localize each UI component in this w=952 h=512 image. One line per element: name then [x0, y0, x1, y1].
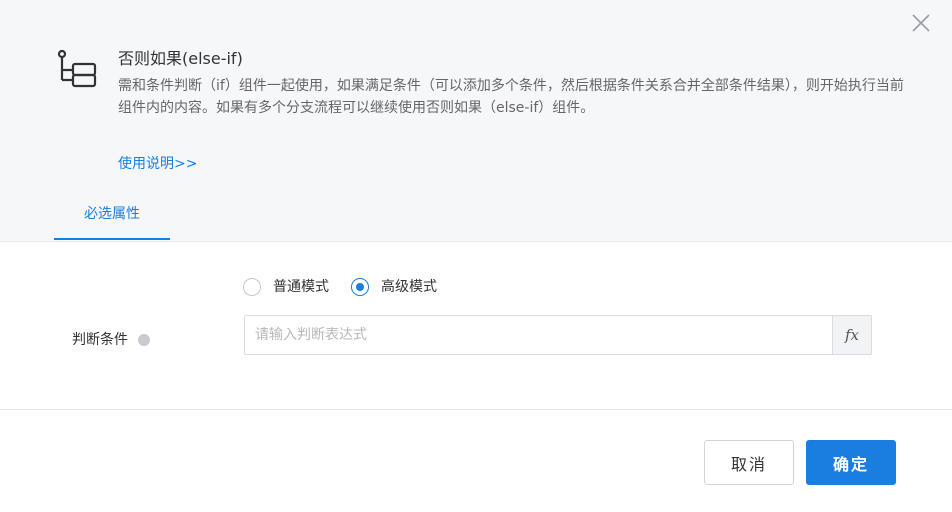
condition-branch-icon: [57, 49, 97, 88]
else-if-config-dialog: 否则如果(else-if) 需和条件判断（if）组件一起使用，如果满足条件（可以…: [0, 0, 952, 512]
close-icon: [912, 14, 930, 32]
condition-label-text: 判断条件: [72, 332, 128, 348]
cancel-button[interactable]: 取消: [704, 440, 794, 485]
dialog-header: 否则如果(else-if) 需和条件判断（if）组件一起使用，如果满足条件（可以…: [0, 0, 952, 242]
component-description: 需和条件判断（if）组件一起使用，如果满足条件（可以添加多个条件，然后根据条件关…: [118, 78, 904, 116]
formula-button[interactable]: fx: [832, 315, 872, 355]
condition-field-label: 判断条件: [72, 329, 150, 351]
mode-radio-group: 普通模式 高级模式: [243, 276, 459, 298]
tab-label: 必选属性: [84, 206, 140, 222]
help-icon[interactable]: [138, 334, 150, 346]
footer-divider: [0, 409, 952, 410]
component-title: 否则如果(else-if): [118, 49, 243, 68]
radio-advanced-mode[interactable]: 高级模式: [351, 276, 437, 298]
condition-expression-input[interactable]: [244, 315, 833, 355]
confirm-button[interactable]: 确定: [806, 440, 896, 485]
usage-instructions-link[interactable]: 使用说明>>: [118, 153, 197, 175]
radio-normal-mode[interactable]: 普通模式: [243, 276, 329, 298]
close-button[interactable]: [906, 8, 936, 38]
radio-dot: [356, 283, 364, 291]
radio-unchecked-icon: [243, 278, 261, 296]
tab-required-properties[interactable]: 必选属性: [54, 196, 170, 240]
fx-icon: fx: [844, 326, 859, 344]
radio-label: 普通模式: [273, 279, 329, 295]
radio-label: 高级模式: [381, 279, 437, 295]
radio-checked-icon: [351, 278, 369, 296]
